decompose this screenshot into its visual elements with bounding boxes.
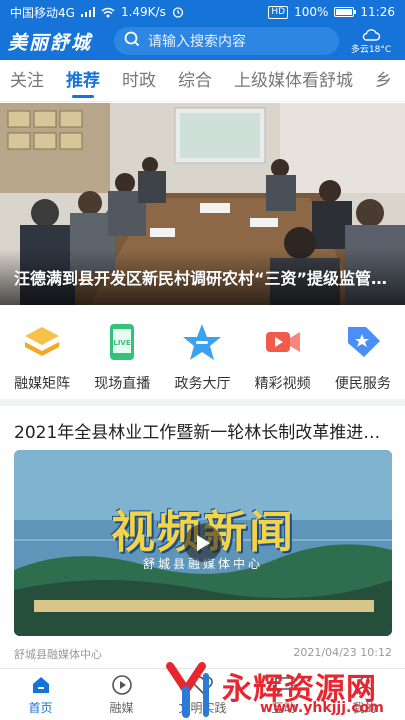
star-icon [183,324,222,360]
nav-label: 融媒 [109,700,134,715]
quick-item-services[interactable]: 便民服务 [324,313,402,397]
chat-icon [274,676,293,695]
nav-home[interactable]: 首页 [6,674,76,716]
nav-civilization[interactable]: 文明实践 [168,674,238,716]
tab-recommend[interactable]: 推荐 [66,60,100,101]
layers-icon [25,327,60,356]
app-header: 中国移动4G 1.49K/s HD 100% 11:26 美丽舒城 请输入搜索内 [0,0,405,60]
news-datetime: 2021/04/23 10:12 [293,646,392,659]
play-button[interactable] [184,524,222,562]
nav-label: 首页 [28,700,53,715]
hd-badge: HD [268,5,289,19]
nav-label: 我的 [352,700,377,715]
video-thumbnail[interactable]: 视频新闻 舒城县融媒体中心 [14,450,392,636]
tab-follow[interactable]: 关注 [10,60,44,101]
weather-text: 多云18°C [350,44,392,55]
tab-higher-media[interactable]: 上级媒体看舒城 [234,60,353,101]
quick-item-label: 精彩视频 [254,376,311,392]
clock-time: 11:26 [360,5,395,19]
wifi-icon [101,7,115,18]
search-input[interactable]: 请输入搜索内容 [114,27,339,55]
weather-widget[interactable]: 多云18°C [345,28,397,55]
quick-item-media-matrix[interactable]: 融媒矩阵 [3,313,81,397]
live-phone-icon: LIVE [110,324,135,360]
quick-item-videos[interactable]: 精彩视频 [244,313,322,397]
news-meta: 舒城县融媒体中心 2021/04/23 10:12 [14,646,392,662]
news-title[interactable]: 2021年全县林业工作暨新一轮林长制改革推进会召开 [14,418,394,443]
svg-text:LIVE: LIVE [114,339,131,347]
network-speed: 1.49K/s [120,5,166,19]
news-source: 舒城县融媒体中心 [14,648,102,661]
tab-politics[interactable]: 时政 [122,60,156,101]
tag-star-icon [347,327,380,357]
battery-icon [334,7,357,17]
play-circle-icon [111,674,132,695]
app-bar: 美丽舒城 请输入搜索内容 多云18°C [0,24,405,58]
play-icon [197,535,210,551]
quick-item-label: 融媒矩阵 [14,376,71,392]
signal-icon [80,7,95,17]
bottom-nav: 首页 融媒 文明实践 互动 我的 [0,668,405,720]
quick-item-gov-hall[interactable]: 政务大厅 [163,313,241,397]
nav-label: 文明实践 [178,700,227,715]
category-tabs: 关注 推荐 时政 综合 上级媒体看舒城 乡 [0,60,405,102]
nav-label: 互动 [271,700,296,715]
nav-interact[interactable]: 互动 [249,674,319,716]
quick-item-label: 现场直播 [94,376,151,392]
search-placeholder: 请输入搜索内容 [148,34,246,50]
battery-percent: 100% [294,5,329,19]
cloud-icon [361,28,381,45]
search-icon [124,31,140,51]
hero-title[interactable]: 汪德满到县开发区新民村调研农村“三资”提级监管工作 [14,265,394,289]
tab-general[interactable]: 综合 [178,60,212,101]
quick-item-live[interactable]: LIVE 现场直播 [83,313,161,397]
app-logo[interactable]: 美丽舒城 [8,28,108,55]
section-divider [0,399,405,406]
hero-banner[interactable]: 汪德满到县开发区新民村调研农村“三资”提级监管工作 [0,103,405,305]
carrier-label: 中国移动4G [10,5,75,20]
home-icon [32,676,49,693]
tab-township[interactable]: 乡 [375,60,392,101]
quick-item-label: 政务大厅 [174,376,231,392]
quick-entries: 融媒矩阵 LIVE 现场直播 政务大厅 精彩视频 便民服务 [0,313,405,397]
nav-mine[interactable]: 我的 [330,674,400,716]
user-icon [355,675,374,694]
status-bar: 中国移动4G 1.49K/s HD 100% 11:26 [0,0,405,24]
nav-media[interactable]: 融媒 [87,674,157,716]
heart-icon [192,675,213,694]
quick-item-label: 便民服务 [334,376,391,392]
alarm-icon [172,6,184,18]
video-camera-icon [265,332,300,352]
